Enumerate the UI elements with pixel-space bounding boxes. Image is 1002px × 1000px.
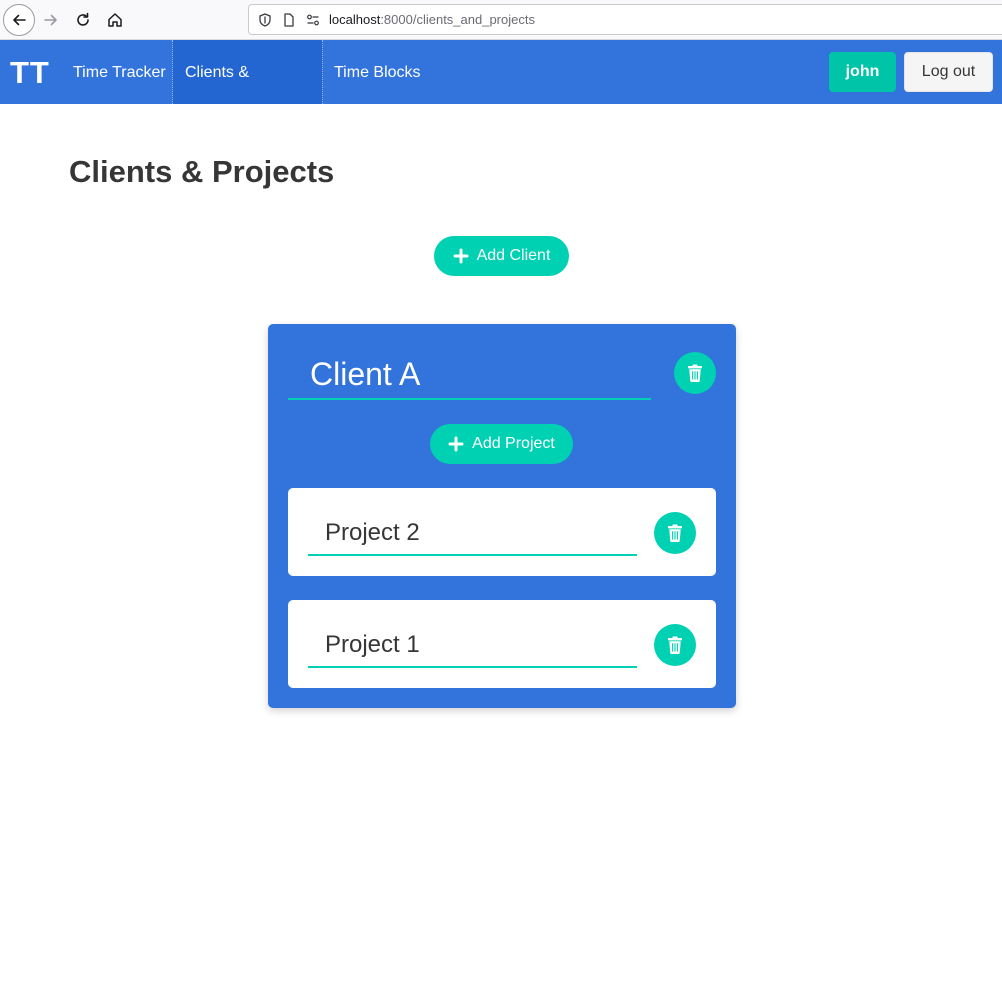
home-button[interactable] xyxy=(99,4,131,36)
project-card: Project 2 xyxy=(288,488,716,576)
page-icon[interactable] xyxy=(281,12,297,28)
url-host: localhost xyxy=(329,12,381,27)
trash-icon xyxy=(668,524,682,542)
plus-icon xyxy=(448,436,464,452)
add-project-label: Add Project xyxy=(472,435,555,452)
brand-logo[interactable]: TT xyxy=(10,40,50,104)
arrow-left-icon xyxy=(13,14,26,26)
plus-icon xyxy=(453,248,469,264)
client-name-input[interactable]: Client A xyxy=(288,350,651,400)
logout-button[interactable]: Log out xyxy=(904,52,993,92)
trash-icon xyxy=(668,636,682,654)
delete-project-button[interactable] xyxy=(654,624,696,666)
reload-icon xyxy=(77,12,89,26)
arrow-right-icon xyxy=(44,14,57,26)
delete-client-button[interactable] xyxy=(674,352,716,394)
shield-icon[interactable] xyxy=(257,12,273,28)
url-path: :8000/clients_and_projects xyxy=(380,12,535,27)
app-navbar: TT Time Tracker Clients & Projects Time … xyxy=(0,40,1002,147)
permissions-icon[interactable] xyxy=(305,12,321,28)
project-card: Project 1 xyxy=(288,600,716,688)
project-name-input[interactable]: Project 2 xyxy=(308,510,637,556)
address-bar[interactable]: localhost:8000/clients_and_projects xyxy=(248,4,1002,35)
reload-button[interactable] xyxy=(67,4,99,36)
delete-project-button[interactable] xyxy=(654,512,696,554)
trash-icon xyxy=(688,364,702,382)
forward-button[interactable] xyxy=(35,4,67,36)
user-button[interactable]: john xyxy=(829,52,896,92)
add-client-button[interactable]: Add Client xyxy=(434,236,569,276)
nav-item-time-blocks[interactable]: Time Blocks xyxy=(322,40,433,104)
add-project-button[interactable]: Add Project xyxy=(430,424,573,464)
browser-toolbar: localhost:8000/clients_and_projects xyxy=(0,0,1002,40)
back-button[interactable] xyxy=(3,4,35,36)
nav-item-time-tracker[interactable]: Time Tracker xyxy=(61,40,178,104)
page-title: Clients & Projects xyxy=(69,154,335,189)
add-client-label: Add Client xyxy=(476,247,551,264)
url-text[interactable]: localhost:8000/clients_and_projects xyxy=(329,12,535,27)
client-card: Client A Add Project Project 2 Project 1 xyxy=(268,324,736,708)
project-name-input[interactable]: Project 1 xyxy=(308,622,637,668)
home-icon xyxy=(108,13,122,27)
nav-item-clients-projects[interactable]: Clients & Projects xyxy=(172,40,323,147)
